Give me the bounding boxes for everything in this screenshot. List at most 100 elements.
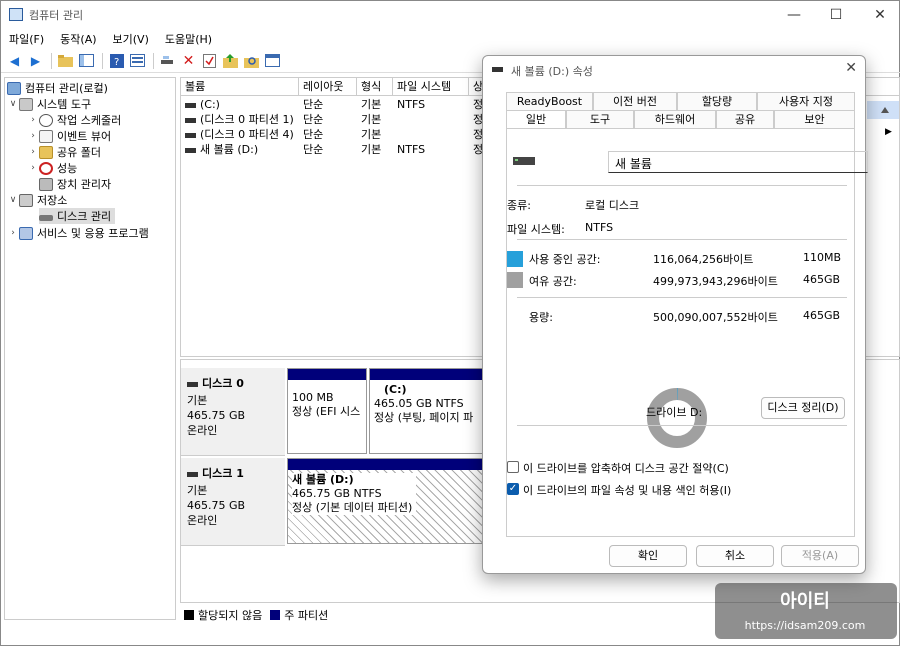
toolbar-separator [51,52,52,69]
cancel-button[interactable]: 취소 [696,545,774,567]
tree-item-performance[interactable]: › 성능 [27,160,77,176]
delete-icon[interactable]: ✕ [179,51,198,70]
column-header-volume[interactable]: 볼륨 [181,78,299,96]
services-icon [19,226,33,240]
menu-action[interactable]: 동작(A) [52,31,104,47]
svg-text:?: ? [114,57,119,68]
partition-d[interactable]: 새 볼륨 (D:) 465.75 GB NTFS 정상 (기본 데이터 파티션) [287,458,487,544]
disk-1-label[interactable]: 디스크 1 기본 465.75 GB 온라인 [181,458,285,546]
navigation-tree: 컴퓨터 관리(로컬) ∨ 시스템 도구 › 작업 스케줄러 › 이벤트 뷰어 ›… [4,77,176,620]
divider [517,239,847,240]
minimize-button[interactable]: — [771,1,817,29]
actions-pane-header[interactable] [867,101,899,119]
tab-customize[interactable]: 사용자 지정 [757,92,855,110]
column-header-file-system[interactable]: 파일 시스템 [393,78,469,96]
partition-c[interactable]: (C:) 465.05 GB NTFS 정상 (부팅, 페이지 파 [369,368,489,454]
computer-icon [7,81,21,95]
show-hide-tree-icon[interactable] [77,51,96,70]
close-button[interactable]: ✕ [857,1,900,29]
tab-sharing[interactable]: 공유 [716,110,774,128]
tree-item-computer-management[interactable]: 컴퓨터 관리(로컬) [7,80,108,96]
partition-bar [288,459,486,470]
free-space-bytes: 499,973,943,296바이트 [653,275,778,288]
console-window-icon[interactable] [263,51,282,70]
tree-item-system-tools[interactable]: ∨ 시스템 도구 [7,96,91,112]
tab-tools[interactable]: 도구 [566,110,634,128]
menu-file[interactable]: 파일(F) [1,31,52,47]
tree-item-storage[interactable]: ∨ 저장소 [7,192,67,208]
chevron-right-icon[interactable]: › [27,163,39,173]
actions-more-arrow-icon[interactable]: ▶ [885,127,892,137]
title-bar: 컴퓨터 관리 — ☐ ✕ [1,1,900,29]
watermark-brand: 아이티 [780,591,830,612]
disk-type: 기본 [187,484,208,497]
maximize-button[interactable]: ☐ [813,1,859,29]
volume-file-system: NTFS [397,143,426,156]
tabs-row-1: ReadyBoost 이전 버전 할당량 사용자 지정 [506,92,855,110]
volume-type: 기본 [361,128,382,141]
tree-item-shared-folders[interactable]: › 공유 폴더 [27,144,101,160]
chevron-down-icon[interactable]: ∨ [7,99,19,109]
tree-item-services-and-applications[interactable]: › 서비스 및 응용 프로그램 [7,225,149,241]
tab-security[interactable]: 보안 [774,110,855,128]
divider [517,185,847,186]
watermark-url: https://idsam209.com [745,619,866,632]
partition-bar [288,369,366,380]
chevron-right-icon[interactable]: › [7,228,19,238]
tools-icon [19,97,33,111]
back-arrow-icon[interactable]: ◀ [5,51,24,70]
divider [517,425,847,426]
disk-icon [187,381,198,387]
up-folder-icon[interactable] [56,51,75,70]
volume-properties-dialog: 새 볼륨 (D:) 속성 ✕ ReadyBoost 이전 버전 할당량 사용자 … [482,55,868,574]
disk-cleanup-button[interactable]: 디스크 정리(D) [761,397,845,419]
column-header-layout[interactable]: 레이아웃 [299,78,357,96]
tree-label: 이벤트 뷰어 [57,130,112,143]
volume-file-system [393,127,469,142]
connect-drive-icon[interactable] [158,51,177,70]
tree-item-disk-management[interactable]: 디스크 관리 [39,208,116,224]
partition-size: 100 MB [292,391,334,404]
properties-view-icon[interactable] [128,51,147,70]
ok-button[interactable]: 확인 [609,545,687,567]
chevron-down-icon[interactable]: ∨ [7,195,19,205]
disk-size: 465.75 GB [187,409,246,422]
chevron-right-icon[interactable]: › [27,131,39,141]
tab-general[interactable]: 일반 [506,110,566,128]
tab-previous-versions[interactable]: 이전 버전 [593,92,677,110]
partition-efi[interactable]: 100 MB 정상 (EFI 시스 [287,368,367,454]
type-label: 종류: [507,199,531,212]
import-folder-icon[interactable] [221,51,240,70]
disk-size: 465.75 GB [187,499,246,512]
help-icon[interactable]: ? [107,51,126,70]
tree-item-device-manager[interactable]: 장치 관리자 [39,176,111,192]
disk-name: 디스크 1 [202,467,244,480]
compress-drive-label[interactable]: 이 드라이브를 압축하여 디스크 공간 절약(C) [523,460,729,476]
tree-item-task-scheduler[interactable]: › 작업 스케줄러 [27,112,121,128]
capacity-bytes: 500,090,007,552바이트 [653,311,778,324]
tab-quota[interactable]: 할당량 [677,92,757,110]
compress-drive-checkbox[interactable] [507,461,519,473]
menu-help[interactable]: 도움말(H) [157,31,220,47]
index-drive-label[interactable]: 이 드라이브의 파일 속성 및 내용 색인 허용(I) [523,482,731,498]
index-drive-checkbox[interactable]: ✓ [507,483,519,495]
dialog-close-button[interactable]: ✕ [845,60,857,76]
disk-0-label[interactable]: 디스크 0 기본 465.75 GB 온라인 [181,368,285,456]
chevron-right-icon[interactable]: › [27,115,39,125]
file-system-value: NTFS [585,221,614,234]
forward-arrow-icon[interactable]: ▶ [26,51,45,70]
check-properties-icon[interactable] [200,51,219,70]
tree-item-event-viewer[interactable]: › 이벤트 뷰어 [27,128,111,144]
apply-button[interactable]: 적용(A) [781,545,859,567]
general-tab-panel: 새 볼륨 종류: 로컬 디스크 파일 시스템: NTFS 사용 중인 공간: 1… [506,128,868,537]
tab-readyboost[interactable]: ReadyBoost [506,92,593,110]
volume-label-input[interactable]: 새 볼륨 [608,151,868,173]
partition-size: 465.75 GB NTFS [292,487,382,500]
site-watermark: 아이티 https://idsam209.com [715,583,897,639]
search-folder-icon[interactable] [242,51,261,70]
column-header-type[interactable]: 형식 [357,78,393,96]
tab-hardware[interactable]: 하드웨어 [634,110,716,128]
chevron-right-icon[interactable]: › [27,147,39,157]
used-space-label: 사용 중인 공간: [529,253,601,266]
menu-view[interactable]: 보기(V) [105,31,157,47]
